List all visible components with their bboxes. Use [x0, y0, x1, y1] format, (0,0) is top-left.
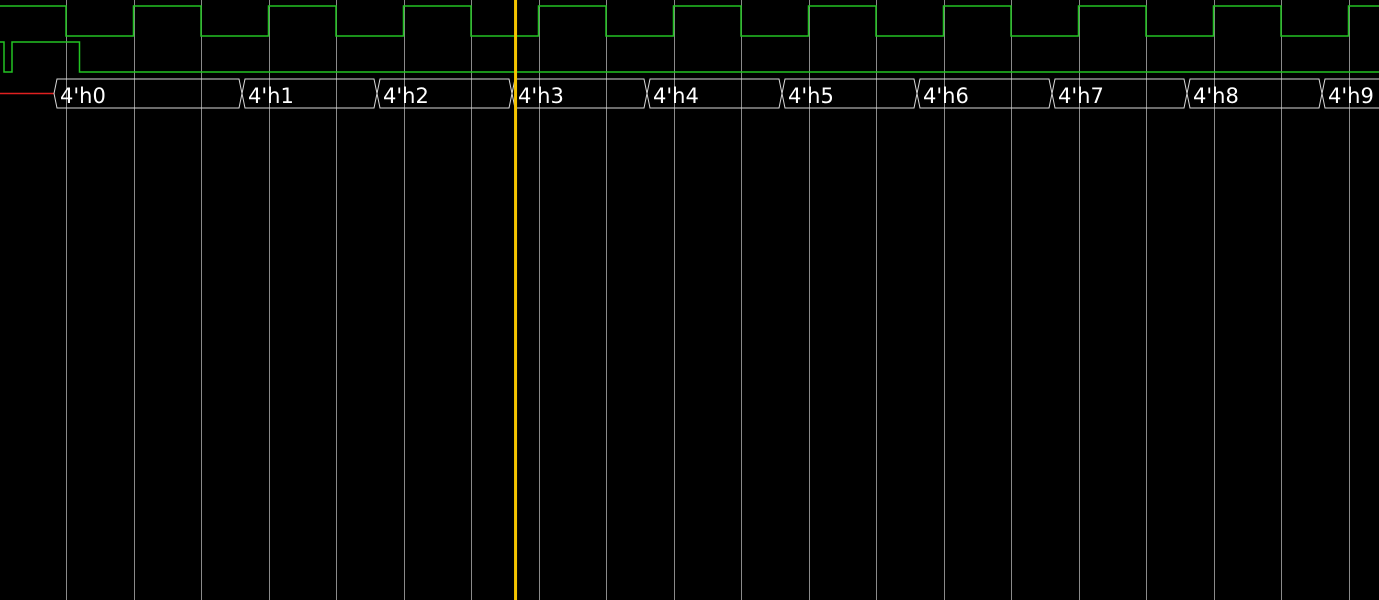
bus-value-label-3: 4'h3: [518, 84, 564, 108]
bus-value-label-0: 4'h0: [60, 84, 106, 108]
reset-signal-row[interactable]: [0, 41, 1379, 73]
bus-value-label-7: 4'h7: [1058, 84, 1104, 108]
bus-value-label-4: 4'h4: [653, 84, 699, 108]
bus-value-label-6: 4'h6: [923, 84, 969, 108]
clock-signal-row[interactable]: [0, 5, 1379, 37]
waveform-canvas[interactable]: 4'h0 4'h1 4'h2 4'h3 4'h4 4'h5 4'h6 4'h7 4'h8 4'h9: [0, 0, 1379, 600]
bus-value-label-9: 4'h9: [1328, 84, 1374, 108]
bus-value-label-5: 4'h5: [788, 84, 834, 108]
reset-waveform[interactable]: [0, 41, 1379, 73]
bus-value-label-2: 4'h2: [383, 84, 429, 108]
bus-value-label-1: 4'h1: [248, 84, 294, 108]
counter-bus-row[interactable]: 4'h0 4'h1 4'h2 4'h3 4'h4 4'h5 4'h6 4'h7 4'h8 4'h9: [0, 78, 1379, 109]
clock-waveform[interactable]: [0, 5, 1379, 37]
bus-value-label-8: 4'h8: [1193, 84, 1239, 108]
